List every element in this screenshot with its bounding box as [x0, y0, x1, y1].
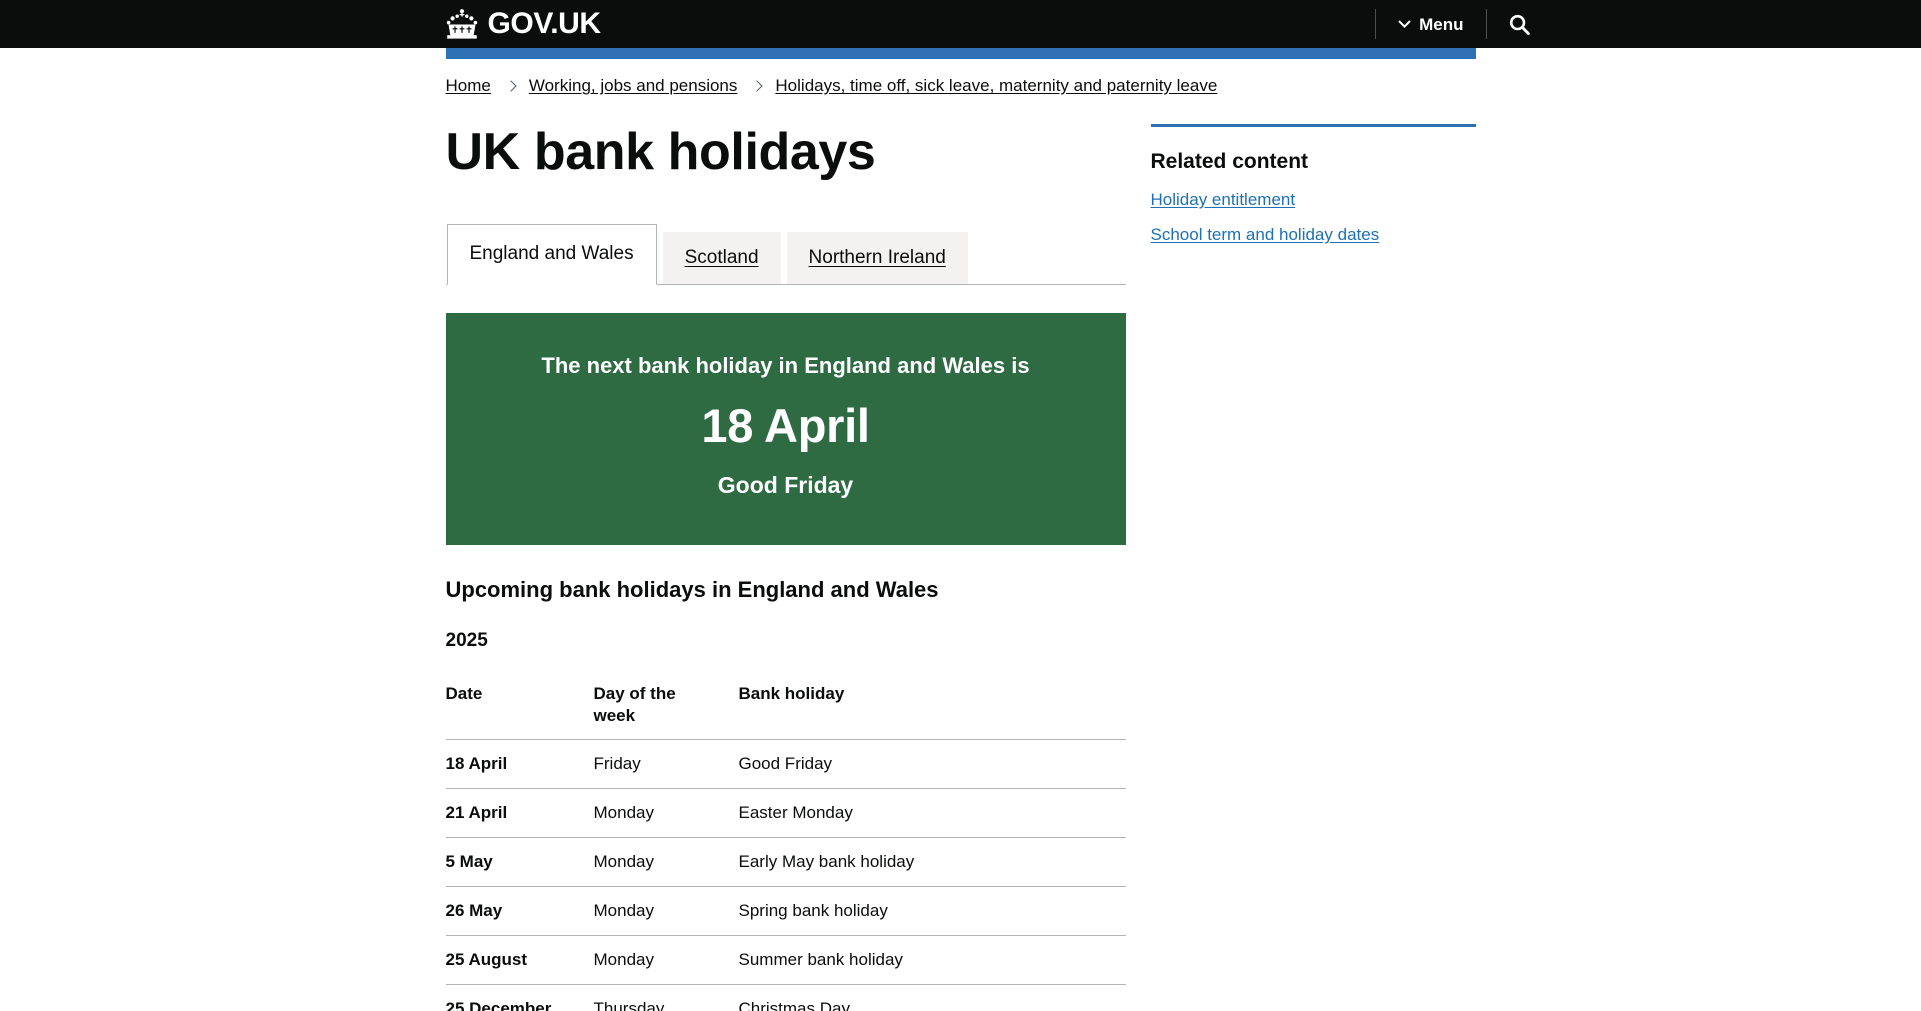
- next-holiday-panel: The next bank holiday in England and Wal…: [445, 312, 1126, 546]
- related-content-rule: [1150, 124, 1476, 128]
- table-row: 25 December Thursday Christmas Day: [445, 984, 1126, 1011]
- column-header-day-of-week: Day of the week: [593, 682, 739, 740]
- menu-button-label: Menu: [1419, 14, 1464, 34]
- breadcrumb-item-working-jobs-and-pensions[interactable]: Working, jobs and pensions: [529, 76, 738, 96]
- page-title: UK bank holidays: [445, 123, 876, 182]
- tab-northern-ireland-label[interactable]: Northern Ireland: [787, 232, 968, 284]
- table-row: 21 April Monday Easter Monday: [445, 788, 1126, 839]
- cell-date: 26 May: [445, 886, 594, 937]
- cell-date: 5 May: [445, 837, 594, 888]
- tab-scotland[interactable]: Scotland: [662, 232, 781, 284]
- search-button[interactable]: [1487, 0, 1552, 48]
- tabs-list: England and Wales Scotland Northern Irel…: [446, 224, 1126, 285]
- tab-england-and-wales[interactable]: England and Wales: [446, 224, 657, 285]
- table-row: 5 May Monday Early May bank holiday: [445, 837, 1126, 888]
- main-content: UK bank holidays England and Wales Scotl…: [445, 123, 1126, 1011]
- related-content-heading: Related content: [1150, 150, 1309, 174]
- govuk-logo-link[interactable]: GOV.UK: [444, 8, 601, 40]
- table-row: 26 May Monday Spring bank holiday: [445, 886, 1126, 937]
- cell-day: Monday: [593, 886, 739, 937]
- cell-day: Thursday: [593, 984, 739, 1011]
- accent-bar-wrapper: [445, 48, 1476, 59]
- cell-date: 25 December: [445, 984, 594, 1011]
- cell-holiday: Christmas Day: [738, 984, 1126, 1011]
- breadcrumb-item-home[interactable]: Home: [446, 76, 491, 96]
- related-link-holiday-entitlement[interactable]: Holiday entitlement: [1151, 190, 1296, 209]
- country-tabs: England and Wales Scotland Northern Irel…: [445, 224, 1126, 285]
- tab-scotland-label[interactable]: Scotland: [663, 232, 781, 284]
- breadcrumb: Home Working, jobs and pensions Holidays…: [446, 59, 1476, 96]
- next-holiday-name: Good Friday: [717, 471, 854, 498]
- related-links-list: Holiday entitlement School term and holi…: [1151, 189, 1476, 246]
- table-row: 25 August Monday Summer bank holiday: [445, 935, 1126, 986]
- table-row: 18 April Friday Good Friday: [445, 739, 1126, 789]
- cell-date: 18 April: [445, 739, 594, 789]
- search-icon: [1509, 14, 1530, 35]
- upcoming-holidays-heading: Upcoming bank holidays in England and Wa…: [445, 577, 939, 603]
- table-header-row: Date Day of the week Bank holiday: [445, 682, 1126, 740]
- header-actions: Menu: [1375, 0, 1551, 48]
- chevron-right-icon: [505, 80, 517, 92]
- global-header: GOV.UK Menu: [0, 0, 1921, 48]
- column-header-date: Date: [445, 682, 594, 740]
- list-item: School term and holiday dates: [1151, 224, 1476, 246]
- cell-holiday: Early May bank holiday: [738, 837, 1126, 888]
- menu-button[interactable]: Menu: [1376, 0, 1485, 48]
- cell-holiday: Summer bank holiday: [738, 935, 1126, 986]
- cell-day: Monday: [593, 935, 739, 986]
- chevron-down-icon: [1398, 20, 1411, 28]
- next-holiday-date: 18 April: [701, 399, 870, 453]
- related-content-sidebar: Related content Holiday entitlement Scho…: [1126, 124, 1476, 258]
- govuk-logo-text: GOV.UK: [487, 7, 602, 40]
- crown-icon: [444, 8, 480, 40]
- cell-day: Monday: [593, 788, 739, 839]
- accent-bar: [445, 48, 1476, 59]
- cell-holiday: Spring bank holiday: [738, 886, 1126, 937]
- cell-day: Friday: [593, 739, 739, 789]
- next-holiday-intro: The next bank holiday in England and Wal…: [541, 352, 1030, 378]
- bank-holidays-table: Date Day of the week Bank holiday 18 Apr…: [445, 682, 1126, 1011]
- cell-holiday: Easter Monday: [738, 788, 1126, 839]
- cell-holiday: Good Friday: [738, 739, 1126, 789]
- list-item: Holiday entitlement: [1151, 189, 1476, 211]
- cell-date: 25 August: [445, 935, 594, 986]
- chevron-right-icon: [751, 80, 764, 92]
- column-header-bank-holiday: Bank holiday: [738, 682, 1126, 740]
- breadcrumb-item-holidays-time-off[interactable]: Holidays, time off, sick leave, maternit…: [775, 76, 1217, 96]
- cell-day: Monday: [593, 837, 739, 888]
- related-link-school-term-and-holiday-dates[interactable]: School term and holiday dates: [1151, 225, 1380, 244]
- cell-date: 21 April: [445, 788, 594, 839]
- tab-northern-ireland[interactable]: Northern Ireland: [786, 232, 968, 284]
- year-heading: 2025: [445, 629, 488, 651]
- tab-england-and-wales-label[interactable]: England and Wales: [448, 225, 656, 284]
